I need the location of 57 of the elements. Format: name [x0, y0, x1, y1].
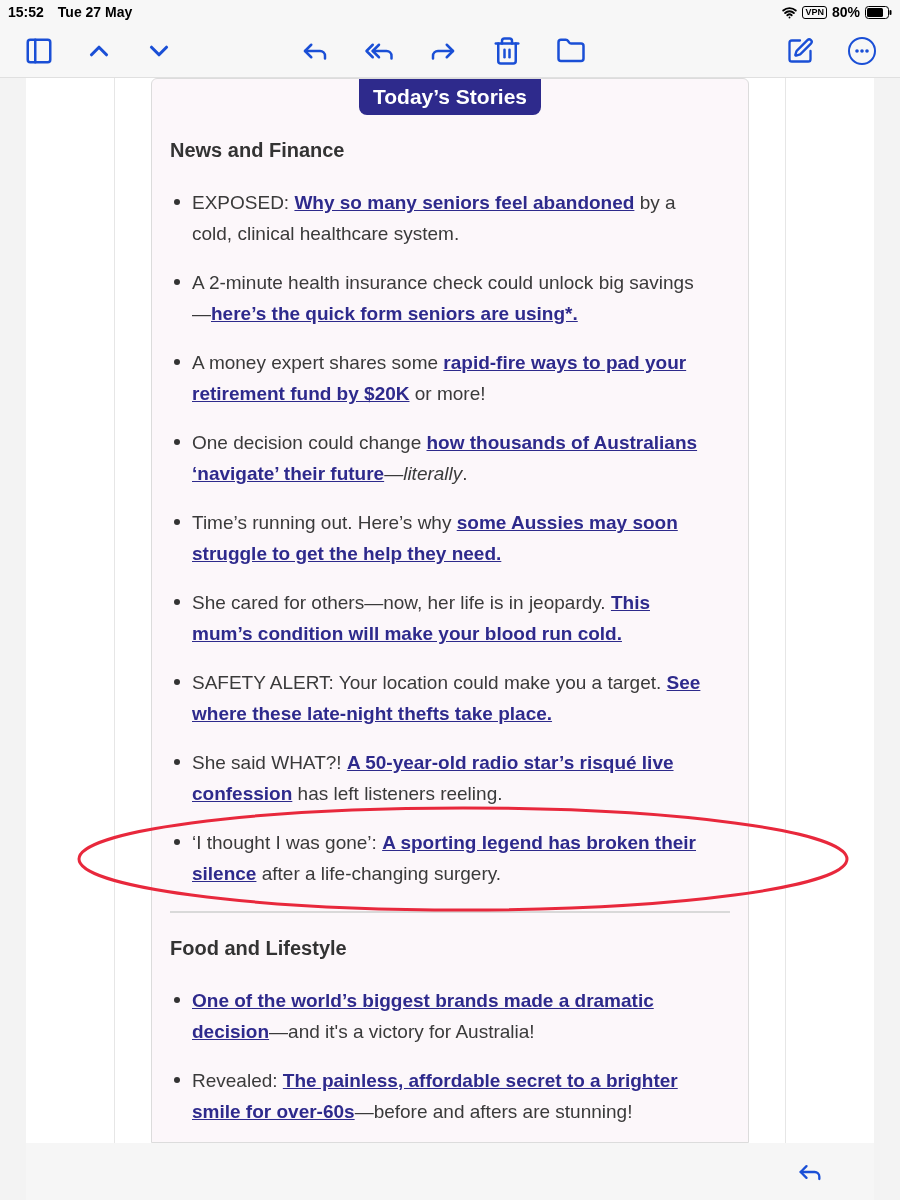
vpn-badge: VPN — [802, 5, 827, 19]
story-link[interactable]: The painless, affordable secret to a brighter — [282, 1070, 678, 1091]
story-item: A 2-minute health insurance check could unlock big savings —here’s the quick form seniors are using*. — [192, 271, 695, 326]
story-link[interactable]: decision — [192, 1021, 270, 1042]
story-item: One of the world’s biggest brands made a dramatic decision—and it's a victory for Australia! — [192, 989, 655, 1044]
compose-icon — [786, 36, 814, 65]
battery-icon — [865, 5, 892, 19]
trash-button[interactable] — [492, 35, 522, 66]
status-date: Tue 27 May — [57, 2, 133, 22]
ellipsis-icon — [855, 48, 869, 53]
story-item: Time’s running out. Here’s why some Aussies may soon struggle to get the help they need. — [192, 511, 679, 566]
bullet-icon — [174, 997, 180, 1003]
story-link[interactable]: how thousands of Australians — [426, 432, 698, 453]
story-link[interactable]: confession — [192, 783, 293, 804]
story-link[interactable]: some Aussies may soon — [456, 512, 678, 533]
story-link[interactable]: smile for over-60s — [192, 1101, 355, 1122]
story-link[interactable]: here’s the quick form seniors are using*. — [211, 303, 578, 324]
story-link[interactable]: Why so many seniors feel abandoned — [294, 192, 635, 213]
bullet-icon — [174, 439, 180, 445]
wifi-icon — [782, 4, 798, 20]
compose-button[interactable] — [786, 36, 814, 65]
story-link[interactable]: One of the world’s biggest brands made a dramatic — [192, 990, 654, 1011]
status-time: 15:52 — [8, 2, 44, 22]
bullet-icon — [174, 599, 180, 605]
story-item: She said WHAT?! A 50-year-old radio star’s risqué live confession has left listeners reeling. — [192, 751, 675, 806]
story-link[interactable]: This — [610, 592, 650, 613]
story-link[interactable]: See — [666, 672, 701, 693]
story-link[interactable]: silence — [192, 863, 257, 884]
story-item: One decision could change how thousands of Australians ‘navigate’ their future—literally. — [192, 431, 699, 486]
bullet-icon — [174, 519, 180, 525]
bullet-icon — [174, 359, 180, 365]
story-link[interactable]: A sporting legend has broken their — [382, 832, 696, 853]
story-link[interactable]: A 50-year-old radio star’s risqué live — [346, 752, 674, 773]
section-heading: News and Finance — [170, 138, 346, 163]
bullet-icon — [174, 759, 180, 765]
story-item: She cared for others—now, her life is in jeopardy. This mum’s condition will make your blood run cold. — [192, 591, 651, 646]
story-item: A money expert shares some rapid-fire ways to pad your retirement fund by $20K or more! — [192, 351, 688, 406]
story-link[interactable]: rapid-fire ways to pad your — [443, 352, 687, 373]
story-item: EXPOSED: Why so many seniors feel abandoned by a cold, clinical healthcare system. — [192, 191, 677, 246]
battery-percentage: 80% — [831, 2, 860, 22]
bullet-icon — [174, 199, 180, 205]
story-link[interactable]: struggle to get the help they need. — [192, 543, 502, 564]
story-item: SAFETY ALERT: Your location could make you a target. See where these late-night thefts take place. — [192, 671, 702, 726]
bullet-icon — [174, 279, 180, 285]
bullet-icon — [174, 679, 180, 685]
trash-icon — [492, 35, 522, 66]
story-link[interactable]: mum’s condition will make your blood run cold. — [192, 623, 622, 644]
story-link[interactable]: retirement fund by $20K — [192, 383, 410, 404]
section-heading: Food and Lifestyle — [170, 936, 348, 961]
story-link[interactable]: ‘navigate’ their future — [192, 463, 385, 484]
bullet-icon — [174, 839, 180, 845]
section-banner: Today’s Stories — [358, 79, 541, 115]
story-item: Revealed: The painless, affordable secret to a brighter smile for over-60s—before and afters are stunning! — [192, 1069, 679, 1124]
story-item: ‘I thought I was gone’: A sporting legend has broken their silence after a life-changing surgery. — [192, 831, 697, 886]
story-link[interactable]: where these late-night thefts take place. — [192, 703, 553, 724]
bullet-icon — [174, 1077, 180, 1083]
more-button[interactable] — [848, 36, 876, 65]
